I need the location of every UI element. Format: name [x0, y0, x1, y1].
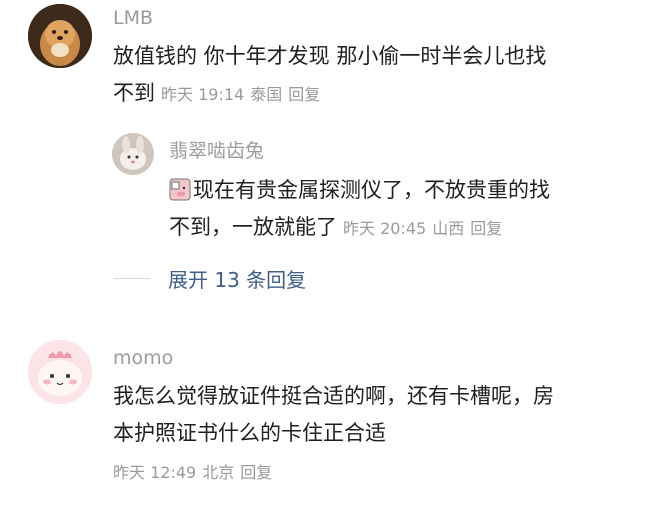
- comment-text-line-end: 不到: [113, 81, 155, 105]
- expand-divider: [114, 278, 150, 279]
- reply-username[interactable]: 翡翠啮齿兔: [169, 139, 264, 163]
- expand-replies-label[interactable]: 展开 13 条回复: [168, 264, 306, 293]
- comment-meta: 昨天 12:49 北京 回复: [113, 462, 278, 484]
- reply-button[interactable]: 回复: [240, 463, 272, 482]
- reply-location: 山西: [432, 219, 465, 238]
- comment-text-line: 本护照证书什么的卡住正合适: [113, 421, 386, 445]
- comment-text-line: 不到 昨天 19:14 泰国 回复: [113, 75, 633, 113]
- reply-text-line-start: 现在有贵金属探测仪了，不放贵重的找: [193, 178, 550, 202]
- comment-text-line: 放值钱的 你十年才发现 那小偷一时半会儿也找: [113, 44, 547, 68]
- comment-location: 北京: [202, 463, 235, 482]
- comment-meta: 昨天 19:14 泰国 回复: [161, 85, 326, 104]
- comment-text-line: 我怎么觉得放证件挺合适的啊，还有卡槽呢，房: [113, 384, 554, 408]
- reply-meta: 昨天 20:45 山西 回复: [343, 219, 508, 238]
- reply-reply-button[interactable]: 回复: [470, 219, 502, 238]
- comment-text: 放值钱的 你十年才发现 那小偷一时半会儿也找 不到 昨天 19:14 泰国 回复: [113, 38, 633, 113]
- reply-time: 昨天 20:45: [343, 219, 427, 238]
- reply-text: 现在有贵金属探测仪了，不放贵重的找 不到，一放就能了 昨天 20:45 山西 回复: [169, 172, 629, 247]
- reply-text-line-end: 不到，一放就能了: [169, 215, 337, 239]
- comment-time: 昨天 19:14: [161, 85, 245, 104]
- comment-time: 昨天 12:49: [113, 463, 197, 482]
- rabbit-avatar-icon[interactable]: [112, 133, 154, 175]
- comment-username[interactable]: LMB: [113, 6, 153, 30]
- pig-sticker-icon: [169, 176, 191, 202]
- comment-location: 泰国: [250, 85, 283, 104]
- reply-button[interactable]: 回复: [288, 85, 320, 104]
- expand-replies[interactable]: 展开 13 条回复: [114, 264, 306, 293]
- reply-text-line: 现在有贵金属探测仪了，不放贵重的找: [169, 172, 629, 209]
- reply-text-line: 不到，一放就能了 昨天 20:45 山西 回复: [169, 209, 629, 247]
- pink-character-avatar-icon[interactable]: [28, 340, 92, 404]
- comment-username[interactable]: momo: [113, 346, 173, 370]
- comment-text: 我怎么觉得放证件挺合适的啊，还有卡槽呢，房 本护照证书什么的卡住正合适: [113, 378, 633, 452]
- dog-avatar-icon[interactable]: [28, 4, 92, 68]
